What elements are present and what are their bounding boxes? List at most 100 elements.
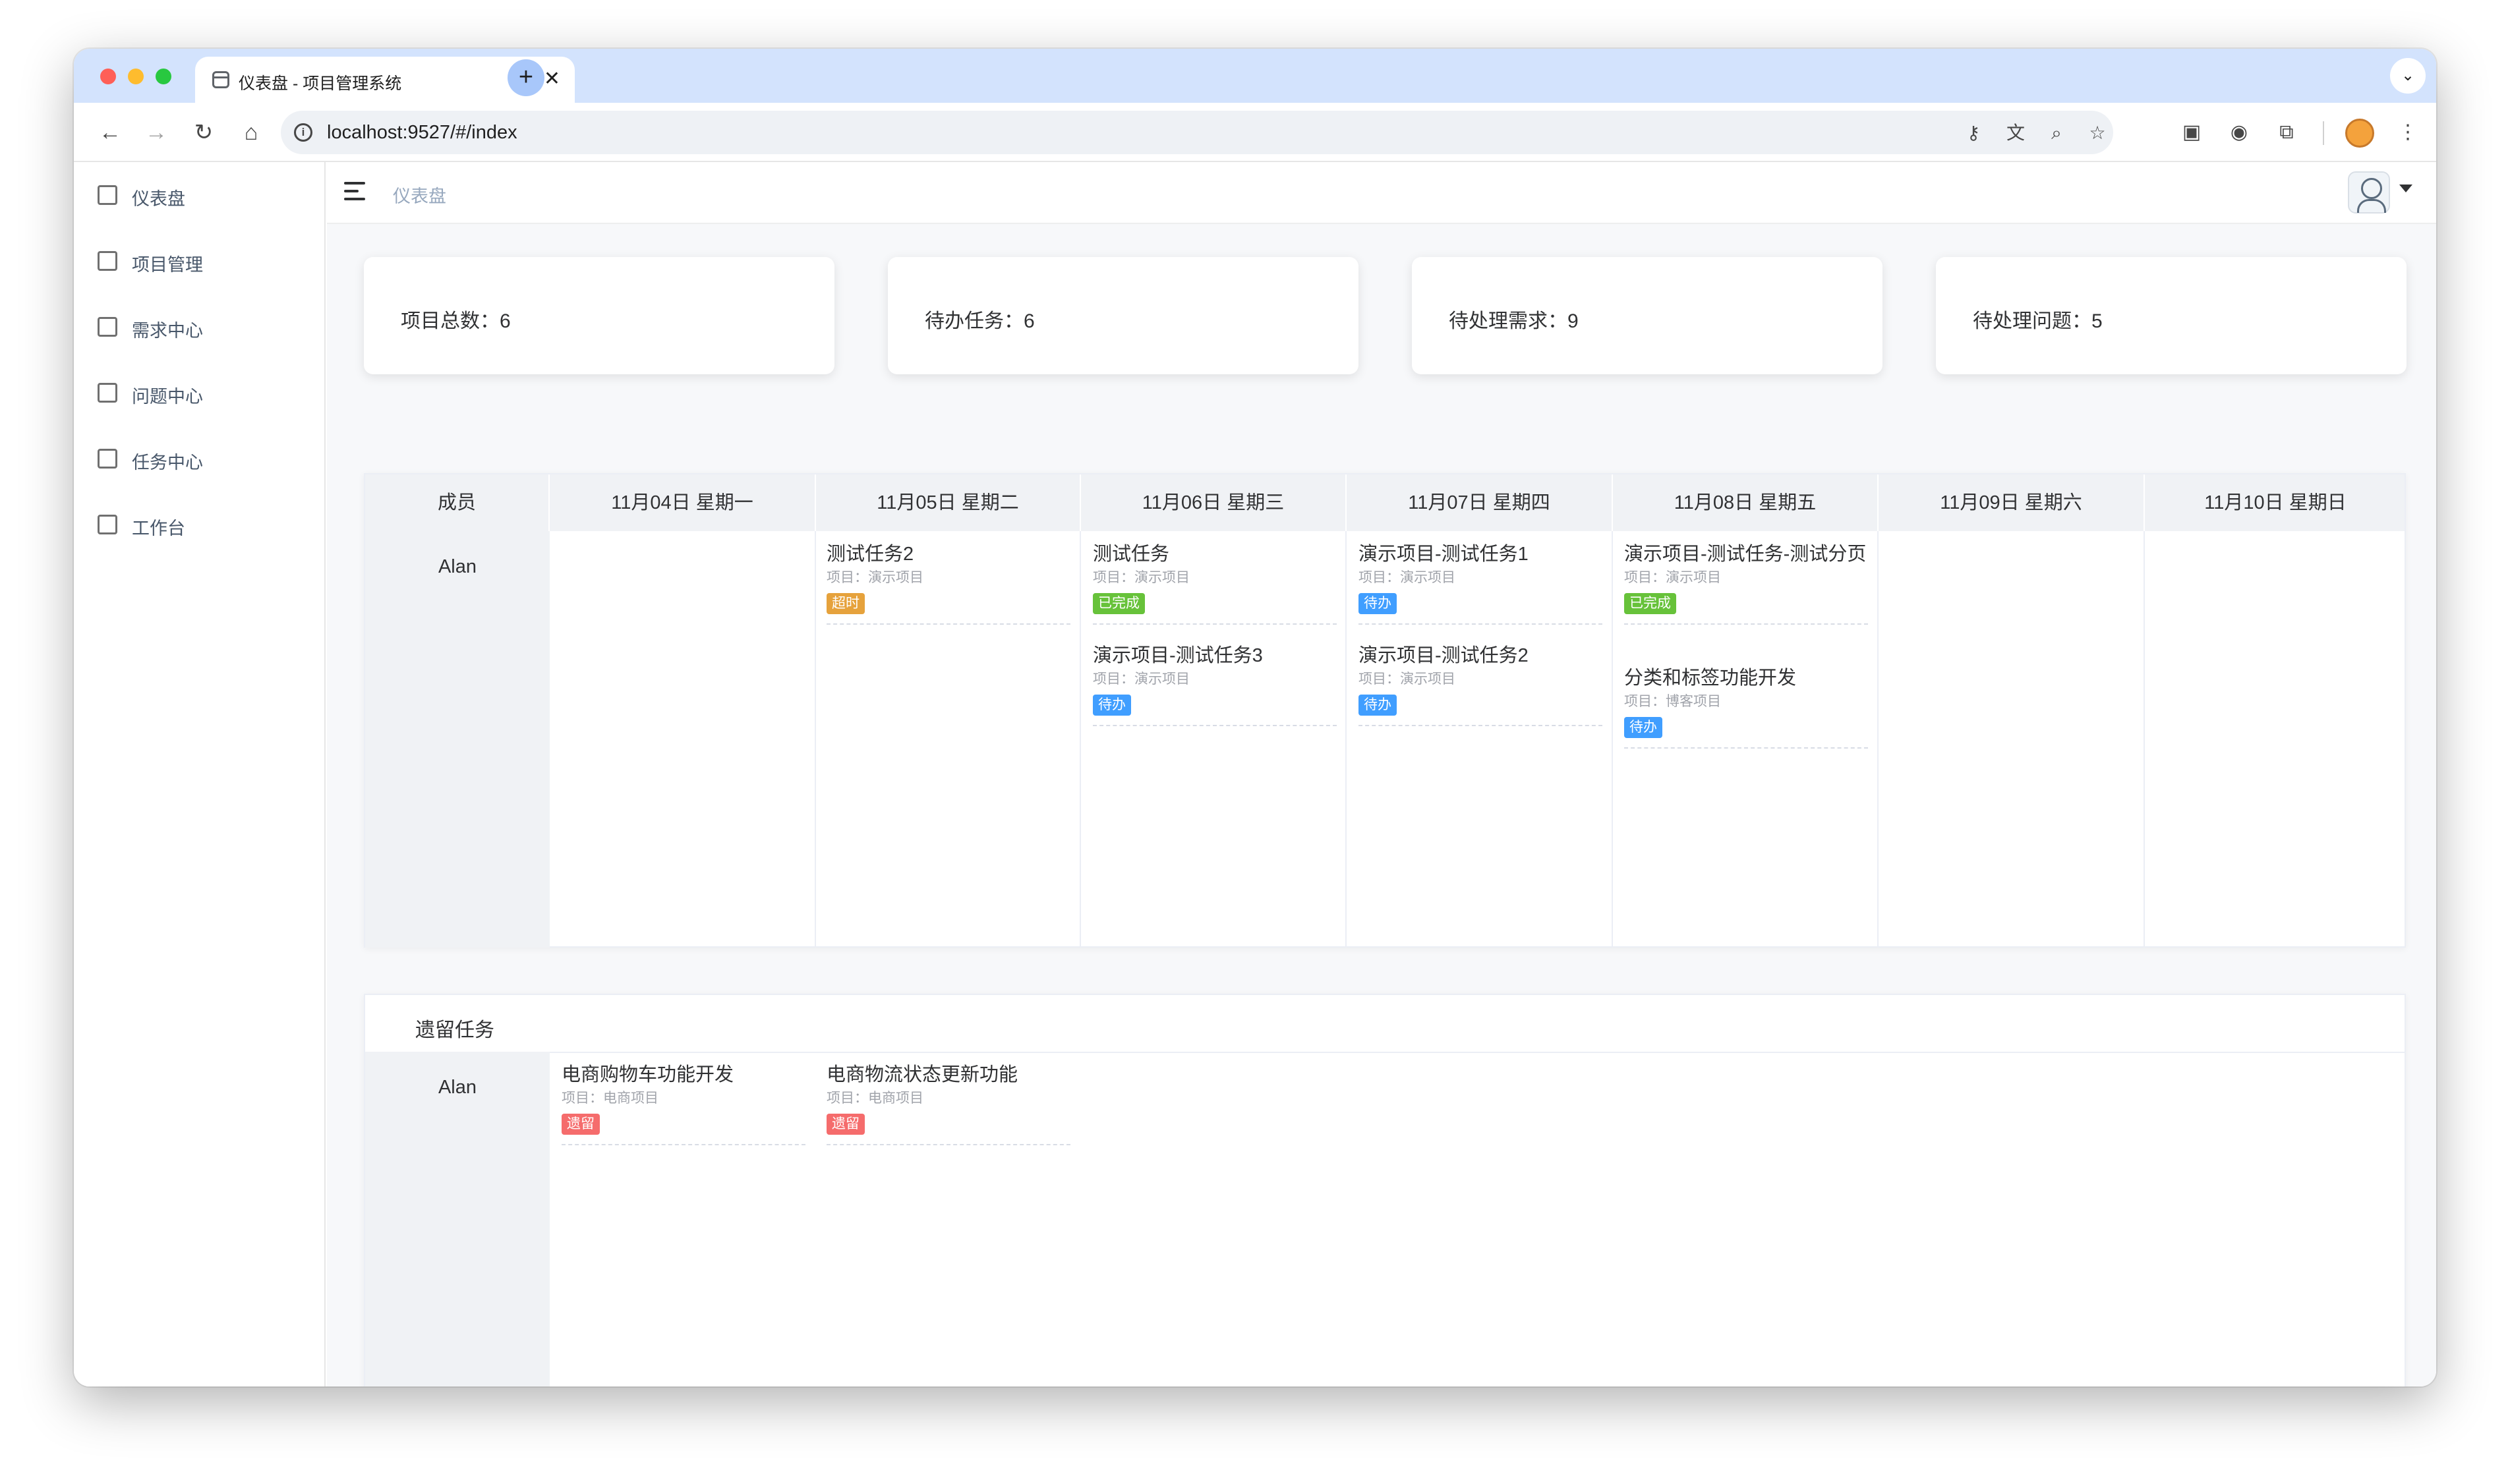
extensions-puzzle-icon[interactable]: ⧉ xyxy=(2270,116,2303,149)
divider xyxy=(365,1052,2405,1053)
status-badge: 遗留 xyxy=(562,1114,600,1135)
day-header: 11月05日 星期二 xyxy=(816,474,1081,531)
task-project: 项目：演示项目 xyxy=(1093,570,1190,585)
task-title: 演示项目-测试任务1 xyxy=(1358,544,1529,565)
bookmark-star-icon[interactable]: ☆ xyxy=(2084,120,2111,146)
caret-down-icon[interactable] xyxy=(2399,185,2412,192)
site-info-icon[interactable]: i xyxy=(294,123,312,142)
task-title: 演示项目-测试任务-测试分页 xyxy=(1624,544,1867,565)
toolbar-separator xyxy=(2323,121,2324,145)
task-project: 项目：博客项目 xyxy=(1624,694,1721,709)
close-tab-icon[interactable]: ✕ xyxy=(544,67,560,91)
day-column xyxy=(550,531,816,948)
member-name: Alan xyxy=(438,1077,477,1098)
tab-search-button[interactable]: ⌄ xyxy=(2390,58,2426,94)
sidebar-item-dashboard[interactable]: 仪表盘 xyxy=(74,162,326,228)
task-title: 演示项目-测试任务2 xyxy=(1358,645,1529,666)
tab-bar: 仪表盘 - 项目管理系统 ✕ + ⌄ xyxy=(74,49,2436,103)
task-card[interactable]: 演示项目-测试任务-测试分页 项目：演示项目 已完成 xyxy=(1624,543,1868,625)
page-icon xyxy=(212,71,229,88)
stat-label: 项目总数：6 xyxy=(401,310,511,332)
translate-icon[interactable]: 文 xyxy=(2002,120,2029,146)
task-project: 项目：演示项目 xyxy=(1093,671,1190,687)
sidebar-item-label: 需求中心 xyxy=(132,321,203,341)
member-header: 成员 xyxy=(365,474,550,531)
address-bar[interactable]: i localhost:9527/#/index ⚷ 文 ⌕ ☆ xyxy=(281,111,2113,154)
password-key-icon[interactable]: ⚷ xyxy=(1960,120,1987,146)
extension-avatar-icon[interactable]: ◉ xyxy=(2223,116,2256,149)
url-text[interactable]: localhost:9527/#/index xyxy=(327,122,517,144)
task-card[interactable]: 演示项目-测试任务1 项目：演示项目 待办 xyxy=(1358,543,1602,625)
stat-card-pending-requirements: 待处理需求：9 xyxy=(1412,257,1882,374)
profile-avatar-icon[interactable] xyxy=(2345,119,2374,148)
copy-icon xyxy=(98,449,117,469)
member-name: Alan xyxy=(438,556,477,577)
day-column xyxy=(2145,531,2406,948)
task-project: 项目：演示项目 xyxy=(1358,671,1455,687)
sidebar-item-label: 问题中心 xyxy=(132,387,203,407)
new-tab-button[interactable]: + xyxy=(508,59,544,96)
sidebar-item-requirements[interactable]: 需求中心 xyxy=(74,294,326,360)
sidebar-item-issues[interactable]: 问题中心 xyxy=(74,360,326,426)
weekly-task-board: 成员 11月04日 星期一 11月05日 星期二 11月06日 星期三 11月0… xyxy=(364,473,2406,948)
board-header: 成员 11月04日 星期一 11月05日 星期二 11月06日 星期三 11月0… xyxy=(365,474,2405,531)
extension-incognito-icon[interactable]: ▣ xyxy=(2175,116,2208,149)
main-content: 仪表盘 项目总数：6 待办任务：6 待处理需求：9 待处理问题：5 成员 11月… xyxy=(327,162,2436,1386)
sidebar-item-workbench[interactable]: 工作台 xyxy=(74,492,326,557)
leftover-tasks-panel: 遗留任务 Alan 电商购物车功能开发 项目：电商项目 遗留 电商物流状态更新功… xyxy=(364,994,2406,1386)
task-card[interactable]: 演示项目-测试任务3 项目：演示项目 待办 xyxy=(1093,644,1337,726)
sidebar-item-tasks[interactable]: 任务中心 xyxy=(74,426,326,492)
status-badge: 已完成 xyxy=(1093,593,1145,614)
task-title: 演示项目-测试任务3 xyxy=(1093,645,1263,666)
sidebar-toggle-icon[interactable] xyxy=(344,182,365,200)
task-title: 电商物流状态更新功能 xyxy=(827,1064,1018,1085)
minimize-window-button[interactable] xyxy=(128,69,144,84)
breadcrumb[interactable]: 仪表盘 xyxy=(393,182,446,208)
task-title: 电商购物车功能开发 xyxy=(562,1064,734,1085)
sidebar-item-projects[interactable]: 项目管理 xyxy=(74,228,326,294)
user-avatar[interactable] xyxy=(2348,171,2390,214)
leftover-title: 遗留任务 xyxy=(415,1019,494,1041)
status-badge: 待办 xyxy=(1624,717,1662,738)
status-badge: 待办 xyxy=(1358,695,1397,716)
day-header: 11月08日 星期五 xyxy=(1613,474,1879,531)
task-card[interactable]: 电商购物车功能开发 项目：电商项目 遗留 xyxy=(562,1064,805,1145)
task-card[interactable]: 演示项目-测试任务2 项目：演示项目 待办 xyxy=(1358,644,1602,726)
task-title: 测试任务 xyxy=(1093,544,1170,565)
stat-label: 待处理需求：9 xyxy=(1449,310,1579,332)
task-card[interactable]: 测试任务 项目：演示项目 已完成 xyxy=(1093,543,1337,625)
status-badge: 待办 xyxy=(1358,593,1397,614)
back-icon[interactable]: ← xyxy=(94,116,127,149)
sidebar-item-label: 项目管理 xyxy=(132,255,203,275)
browser-toolbar: ← → ↻ ⌂ i localhost:9527/#/index ⚷ 文 ⌕ ☆… xyxy=(74,103,2436,162)
reload-icon[interactable]: ↻ xyxy=(187,116,220,149)
home-icon[interactable]: ⌂ xyxy=(235,116,268,149)
sidebar-item-label: 任务中心 xyxy=(132,453,203,472)
workbench-icon xyxy=(98,515,117,534)
task-card[interactable]: 分类和标签功能开发 项目：博客项目 待办 xyxy=(1624,667,1868,749)
forward-icon[interactable]: → xyxy=(140,116,173,149)
member-cell: Alan xyxy=(365,1052,550,1386)
stat-label: 待处理问题：5 xyxy=(1973,310,2103,332)
stat-card-todo-tasks: 待办任务：6 xyxy=(888,257,1358,374)
status-badge: 超时 xyxy=(827,593,865,614)
document-icon xyxy=(98,383,117,403)
dashboard-icon xyxy=(98,185,117,205)
zoom-icon[interactable]: ⌕ xyxy=(2043,120,2070,146)
browser-menu-icon[interactable]: ⋮ xyxy=(2391,116,2424,149)
stat-card-projects: 项目总数：6 xyxy=(364,257,834,374)
task-project: 项目：演示项目 xyxy=(1358,570,1455,585)
task-card[interactable]: 电商物流状态更新功能 项目：电商项目 遗留 xyxy=(827,1064,1070,1145)
archive-icon xyxy=(98,317,117,337)
top-navbar: 仪表盘 xyxy=(327,162,2436,224)
day-column xyxy=(1879,531,2145,948)
day-header: 11月06日 星期三 xyxy=(1081,474,1347,531)
stat-label: 待办任务：6 xyxy=(925,310,1035,332)
day-header: 11月07日 星期四 xyxy=(1347,474,1613,531)
task-project: 项目：演示项目 xyxy=(827,570,923,585)
maximize-window-button[interactable] xyxy=(156,69,171,84)
task-card[interactable]: 测试任务2 项目：演示项目 超时 xyxy=(827,543,1070,625)
sidebar-item-label: 仪表盘 xyxy=(132,189,185,209)
close-window-button[interactable] xyxy=(100,69,116,84)
task-project: 项目：电商项目 xyxy=(827,1091,923,1106)
